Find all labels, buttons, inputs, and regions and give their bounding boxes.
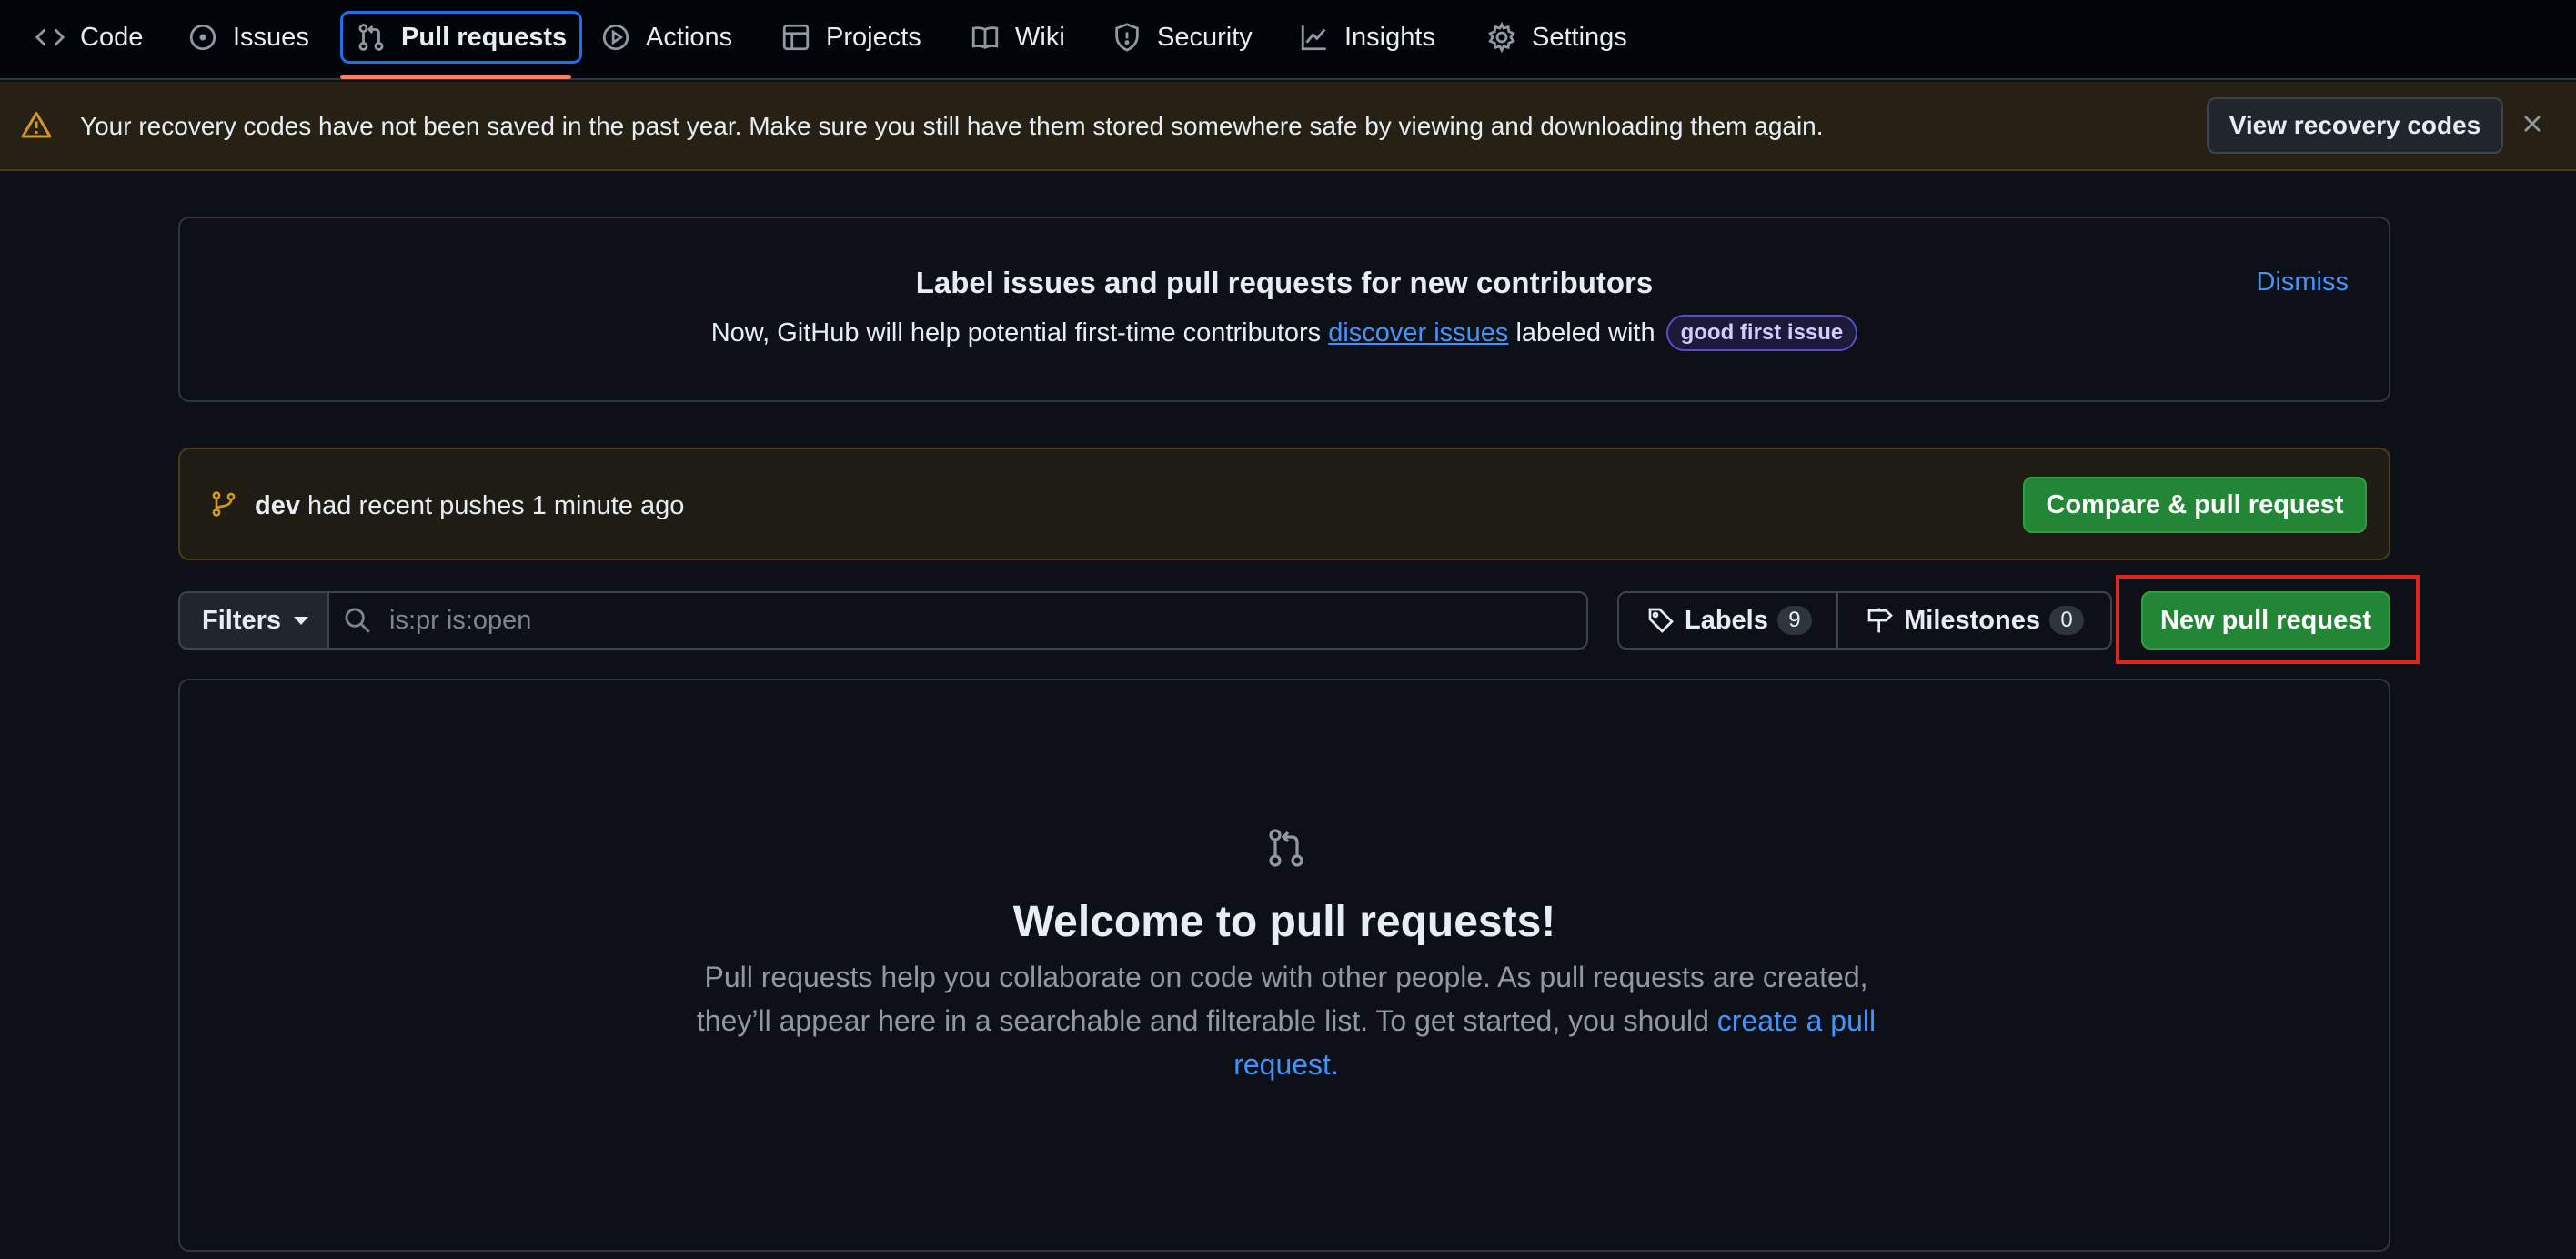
callout-text-after: labeled with: [1515, 317, 1655, 347]
milestone-icon: [1867, 608, 1894, 633]
empty-state-text: Pull requests help you collaborate on co…: [696, 961, 1868, 1037]
tab-insights[interactable]: Insights: [1286, 11, 1448, 64]
good-first-issue-badge: good first issue: [1665, 315, 1858, 351]
milestones-button[interactable]: Milestones 0: [1838, 593, 2110, 648]
play-icon: [602, 24, 629, 51]
git-pull-request-icon: [1269, 829, 1303, 867]
tab-label: Pull requests: [401, 22, 568, 52]
tab-label: Settings: [1532, 22, 1627, 52]
search-container: [327, 591, 1588, 650]
milestones-label: Milestones: [1904, 605, 2040, 635]
tab-actions[interactable]: Actions: [588, 11, 745, 64]
labels-milestones-group: Labels 9 Milestones 0: [1617, 591, 2112, 650]
callout-title: Label issues and pull requests for new c…: [915, 266, 1654, 299]
tab-label: Projects: [826, 22, 921, 52]
milestones-count: 0: [2049, 606, 2084, 635]
tab-code[interactable]: Code: [22, 11, 156, 64]
tab-projects[interactable]: Projects: [768, 11, 934, 64]
active-tab-underline: [340, 75, 571, 79]
repo-nav: Code Issues Pull requests Actions Projec…: [0, 0, 2576, 80]
tab-label: Wiki: [1015, 22, 1065, 52]
close-icon[interactable]: [2518, 109, 2547, 138]
recent-pushes-banner: dev had recent pushes 1 minute ago Compa…: [178, 448, 2390, 560]
filters-dropdown[interactable]: Filters: [178, 591, 329, 650]
empty-state-heading: Welcome to pull requests!: [1012, 898, 1556, 946]
branch-name[interactable]: dev: [255, 491, 300, 520]
tag-icon: [1648, 608, 1674, 633]
tab-label: Insights: [1344, 22, 1435, 52]
search-icon: [345, 608, 370, 633]
view-recovery-codes-button[interactable]: View recovery codes: [2207, 97, 2503, 154]
tab-label: Security: [1157, 22, 1253, 52]
shield-icon: [1115, 23, 1139, 52]
issue-opened-icon: [189, 24, 216, 51]
recent-pushes-text: dev had recent pushes 1 minute ago: [255, 491, 684, 521]
search-input[interactable]: [389, 598, 1554, 643]
graph-icon: [1301, 25, 1326, 51]
label-issues-callout: Label issues and pull requests for new c…: [178, 217, 2390, 402]
tab-issues[interactable]: Issues: [175, 11, 322, 64]
tab-label: Code: [80, 22, 144, 52]
tab-label: Issues: [233, 22, 309, 52]
alert-icon: [21, 112, 52, 138]
empty-state-body: Pull requests help you collaborate on co…: [671, 955, 1901, 1086]
labels-button[interactable]: Labels 9: [1619, 593, 1839, 648]
filters-label: Filters: [202, 605, 282, 635]
compare-pull-request-button[interactable]: Compare & pull request: [2023, 477, 2367, 533]
tab-security[interactable]: Security: [1099, 11, 1265, 64]
recovery-message: Your recovery codes have not been saved …: [80, 112, 1824, 140]
book-icon: [971, 26, 999, 49]
tab-pull-requests[interactable]: Pull requests: [340, 11, 583, 64]
labels-label: Labels: [1685, 605, 1768, 635]
code-icon: [35, 28, 65, 46]
labels-count: 9: [1776, 606, 1812, 635]
discover-issues-link[interactable]: discover issues: [1328, 318, 1508, 348]
recovery-codes-banner: Your recovery codes have not been saved …: [0, 82, 2576, 171]
push-time-text: had recent pushes 1 minute ago: [307, 491, 685, 520]
caret-down-icon: [294, 616, 309, 625]
highlight-box: [2116, 575, 2420, 664]
git-pull-request-icon: [358, 24, 384, 51]
dismiss-button[interactable]: Dismiss: [2257, 267, 2350, 297]
callout-text-before: Now, GitHub will help potential first-ti…: [710, 317, 1322, 347]
callout-description: Now, GitHub will help potential first-ti…: [180, 315, 2389, 351]
gear-icon: [1488, 22, 1515, 53]
tab-wiki[interactable]: Wiki: [957, 11, 1078, 64]
tab-label: Actions: [646, 22, 733, 52]
tab-settings[interactable]: Settings: [1474, 11, 1640, 64]
pull-requests-empty-state: Welcome to pull requests! Pull requests …: [178, 679, 2390, 1252]
table-icon: [782, 24, 810, 51]
git-branch-icon: [212, 491, 236, 517]
